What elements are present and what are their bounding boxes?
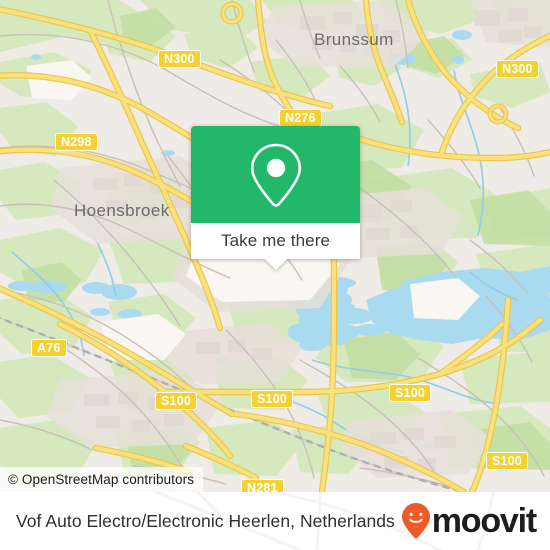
moovit-pin-smile-icon bbox=[401, 503, 430, 539]
take-me-there-button[interactable]: Take me there bbox=[191, 223, 360, 270]
take-me-there-label: Take me there bbox=[220, 231, 331, 250]
footer-bar: Vof Auto Electro/Electronic Heerlen, Net… bbox=[0, 492, 550, 550]
map-screenshot: Brunssum Hoensbroek N300 N300 N276 N298 … bbox=[0, 0, 550, 550]
osm-attribution[interactable]: © OpenStreetMap contributors bbox=[0, 467, 204, 492]
popup-pin-area bbox=[191, 126, 360, 223]
page-title: Vof Auto Electro/Electronic Heerlen, Net… bbox=[16, 510, 395, 531]
osm-attribution-text: © OpenStreetMap contributors bbox=[8, 472, 195, 487]
moovit-wordmark: moovit bbox=[431, 502, 537, 540]
moovit-brand[interactable]: moovit bbox=[401, 502, 537, 540]
popup-tail-icon bbox=[264, 259, 287, 270]
map-pin-icon bbox=[250, 143, 301, 207]
take-me-there-popup[interactable]: Take me there bbox=[191, 126, 360, 270]
